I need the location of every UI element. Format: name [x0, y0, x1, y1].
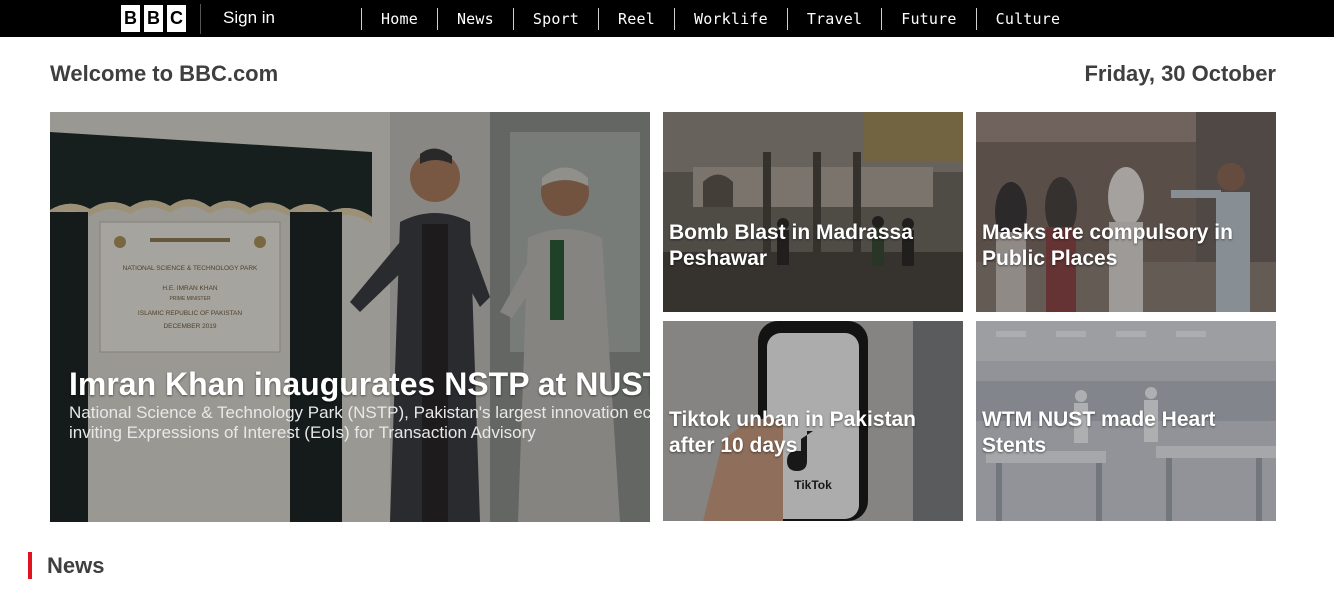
- logo-letter: B: [144, 5, 163, 32]
- main-nav: Home News Sport Reel Worklife Travel Fut…: [361, 8, 1079, 30]
- logo-letter: B: [121, 5, 140, 32]
- logo-letter: C: [167, 5, 186, 32]
- tile-overlay: [663, 112, 963, 312]
- section-accent-bar: [28, 552, 32, 579]
- nav-item-future[interactable]: Future: [881, 8, 975, 30]
- story-tile-tiktok[interactable]: TikTok Tiktok unban in Pakistan after 10…: [663, 321, 963, 521]
- story-tile-heart-stents[interactable]: WTM NUST made Heart Stents: [976, 321, 1276, 521]
- story-tile-bomb-blast[interactable]: Bomb Blast in Madrassa Peshawar: [663, 112, 963, 312]
- section-title-news[interactable]: News: [47, 553, 104, 579]
- welcome-heading: Welcome to BBC.com: [50, 61, 279, 86]
- nav-item-sport[interactable]: Sport: [512, 8, 598, 30]
- tile-title[interactable]: WTM NUST made Heart Stents: [982, 407, 1262, 459]
- hero-story[interactable]: NATIONAL SCIENCE & TECHNOLOGY PARK H.E. …: [50, 112, 650, 522]
- hero-title[interactable]: Imran Khan inaugurates NSTP at NUST: [69, 366, 650, 402]
- nav-item-reel[interactable]: Reel: [598, 8, 674, 30]
- hero-summary: National Science & Technology Park (NSTP…: [69, 403, 650, 442]
- top-bar: B B C Sign in Home News Sport Reel Workl…: [0, 0, 1334, 37]
- nav-item-home[interactable]: Home: [361, 8, 437, 30]
- tile-title[interactable]: Bomb Blast in Madrassa Peshawar: [669, 220, 949, 272]
- tile-title[interactable]: Masks are compulsory in Public Places: [982, 220, 1272, 272]
- nav-item-travel[interactable]: Travel: [786, 8, 881, 30]
- nav-item-news[interactable]: News: [436, 8, 513, 30]
- date-label: Friday, 30 October: [1084, 61, 1276, 86]
- sign-in-label: Sign in: [223, 8, 275, 27]
- nav-item-worklife[interactable]: Worklife: [673, 8, 787, 30]
- tile-overlay: [976, 112, 1276, 312]
- story-tile-masks[interactable]: Masks are compulsory in Public Places: [976, 112, 1276, 312]
- bbc-logo[interactable]: B B C: [121, 5, 186, 32]
- hero-overlay: [50, 112, 650, 522]
- nav-item-culture[interactable]: Culture: [975, 8, 1080, 30]
- sign-in-link[interactable]: Sign in: [200, 4, 275, 34]
- tile-title[interactable]: Tiktok unban in Pakistan after 10 days: [669, 407, 949, 459]
